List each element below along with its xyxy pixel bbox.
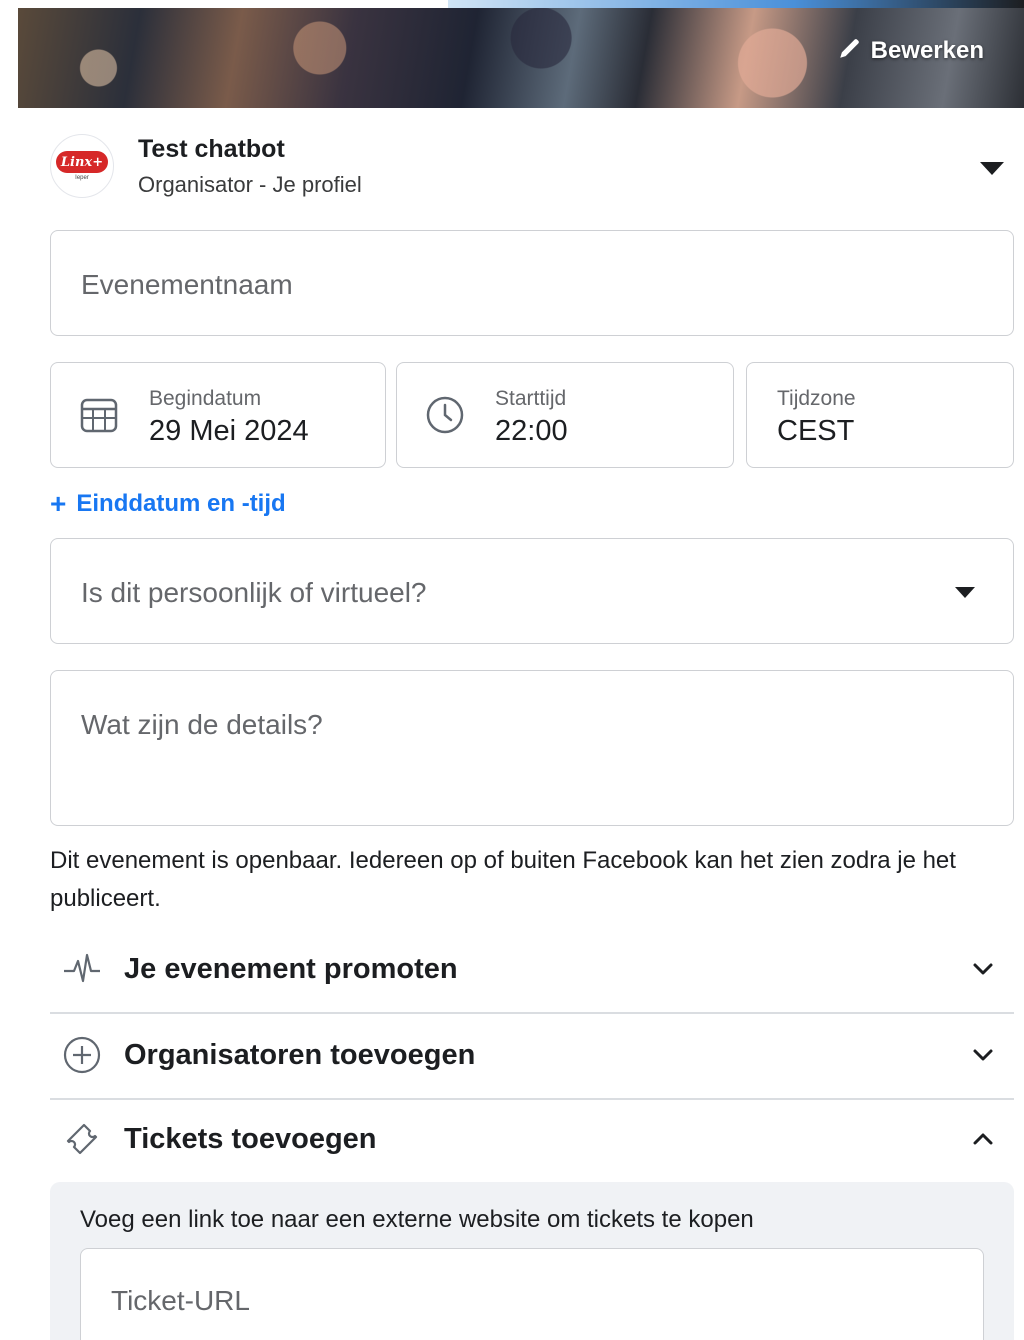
organizer-logo: Linx+ (56, 151, 108, 173)
event-name-input[interactable]: Evenementnaam (50, 230, 1014, 336)
activity-icon (62, 949, 102, 989)
tickets-description: Voeg een link toe naar een externe websi… (80, 1206, 754, 1233)
edit-cover-label: Bewerken (870, 37, 984, 64)
tickets-panel: Voeg een link toe naar een externe websi… (50, 1182, 1014, 1340)
chevron-down-icon (970, 956, 996, 982)
promote-event-label: Je evenement promoten (124, 952, 458, 985)
add-tickets-label: Tickets toevoegen (124, 1122, 377, 1155)
location-type-select[interactable]: Is dit persoonlijk of virtueel? (50, 538, 1014, 644)
add-tickets-section[interactable]: Tickets toevoegen (50, 1096, 1014, 1182)
add-end-date-link[interactable]: + Einddatum en -tijd (50, 488, 286, 520)
organizer-selector[interactable]: Linx+ Ieper Test chatbot Organisator - J… (50, 130, 1010, 202)
add-organizers-label: Organisatoren toevoegen (124, 1038, 476, 1071)
timezone-label: Tijdzone (777, 387, 856, 410)
calendar-icon (79, 395, 119, 435)
start-date-label: Begindatum (149, 387, 262, 410)
organizer-role: Organisator - Je profiel (138, 171, 362, 197)
start-date-field[interactable]: Begindatum 29 Mei 2024 (50, 362, 386, 468)
ticket-url-placeholder: Ticket-URL (111, 1285, 250, 1316)
start-date-value: 29 Mei 2024 (149, 415, 309, 447)
details-placeholder: Wat zijn de details? (81, 709, 323, 740)
organizer-avatar: Linx+ Ieper (50, 134, 114, 198)
timezone-field[interactable]: Tijdzone CEST (746, 362, 1014, 468)
chevron-up-icon (970, 1126, 996, 1152)
pencil-icon (837, 35, 863, 68)
privacy-notice: Dit evenement is openbaar. Iedereen op o… (50, 847, 956, 912)
clock-icon (425, 395, 465, 435)
add-organizers-section[interactable]: Organisatoren toevoegen (50, 1012, 1014, 1098)
start-time-label: Starttijd (495, 387, 567, 410)
chevron-down-icon (970, 1042, 996, 1068)
top-strip (448, 0, 1024, 8)
event-name-placeholder: Evenementnaam (81, 269, 293, 300)
caret-down-icon[interactable] (980, 162, 1004, 175)
location-placeholder: Is dit persoonlijk of virtueel? (81, 577, 427, 608)
details-textarea[interactable]: Wat zijn de details? (50, 670, 1014, 826)
timezone-value: CEST (777, 415, 855, 447)
organizer-name: Test chatbot (138, 134, 285, 163)
edit-cover-button[interactable]: Bewerken (837, 34, 984, 68)
cover-photo: Bewerken (18, 8, 1024, 108)
ticket-url-input[interactable]: Ticket-URL (80, 1248, 984, 1340)
organizer-logo-subtext: Ieper (75, 175, 89, 181)
start-time-value: 22:00 (495, 415, 568, 447)
start-time-field[interactable]: Starttijd 22:00 (396, 362, 734, 468)
plus-icon: + (50, 488, 67, 519)
promote-event-section[interactable]: Je evenement promoten (50, 926, 1014, 1012)
caret-down-icon (955, 587, 975, 598)
ticket-icon (62, 1119, 102, 1159)
plus-circle-icon (62, 1035, 102, 1075)
end-date-label: Einddatum en -tijd (76, 490, 286, 517)
